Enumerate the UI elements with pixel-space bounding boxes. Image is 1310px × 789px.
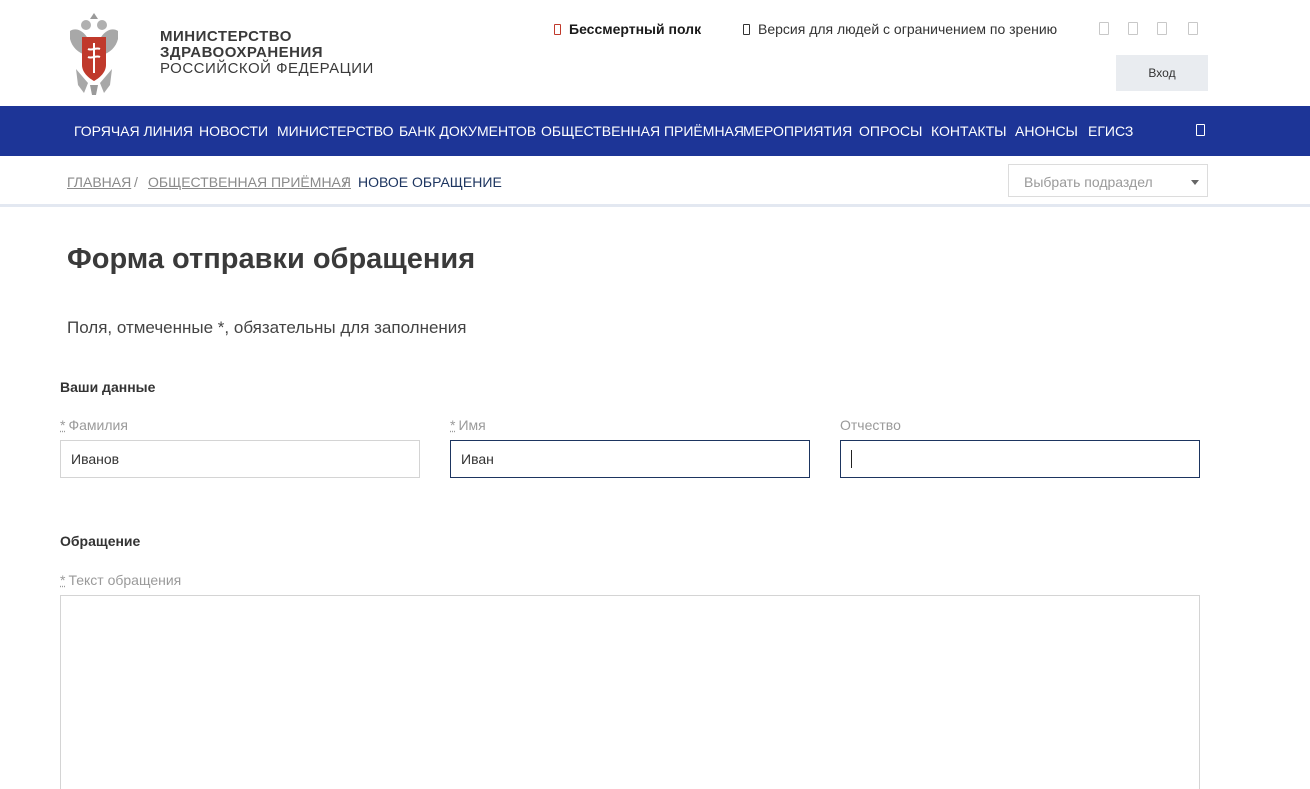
nav-item-news[interactable]: НОВОСТИ [199,123,268,139]
page-title: Форма отправки обращения [67,243,475,276]
section-appeal-heading: Обращение [60,533,140,549]
ministry-name-line3: РОССИЙСКОЙ ФЕДЕРАЦИИ [160,61,374,77]
emblem-logo[interactable] [66,9,122,97]
eye-icon [743,24,750,35]
ministry-name-line1: МИНИСТЕРСТВО [160,29,374,45]
nav-item-reception[interactable]: ОБЩЕСТВЕННАЯ ПРИЁМНАЯ [541,123,744,139]
search-icon[interactable] [1196,124,1205,136]
section-personal-data-heading: Ваши данные [60,379,155,395]
site-header: МИНИСТЕРСТВО ЗДРАВООХРАНЕНИЯ РОССИЙСКОЙ … [0,0,1310,106]
required-mark: * [60,572,65,588]
immortal-regiment-icon [554,24,561,35]
breadcrumb-reception[interactable]: ОБЩЕСТВЕННАЯ ПРИЁМНАЯ [148,174,351,190]
social-facebook-icon[interactable] [1128,22,1138,35]
breadcrumb-separator: / [344,174,348,190]
nav-item-polls[interactable]: ОПРОСЫ [859,123,922,139]
breadcrumb-current: НОВОЕ ОБРАЩЕНИЕ [358,174,502,190]
surname-label-text: Фамилия [68,417,127,433]
surname-field[interactable] [60,440,420,478]
name-label-text: Имя [458,417,485,433]
chevron-down-icon [1191,180,1199,185]
ministry-name[interactable]: МИНИСТЕРСТВО ЗДРАВООХРАНЕНИЯ РОССИЙСКОЙ … [160,29,374,77]
accessibility-version-label: Версия для людей с ограничением по зрени… [758,21,1057,37]
social-twitter-icon[interactable] [1157,22,1167,35]
breadcrumb: ГЛАВНАЯ / ОБЩЕСТВЕННАЯ ПРИЁМНАЯ / НОВОЕ … [0,156,1310,207]
accessibility-version-link[interactable]: Версия для людей с ограничением по зрени… [743,21,1057,37]
required-fields-hint: Поля, отмеченные *, обязательны для запо… [67,318,467,338]
nav-item-egisz[interactable]: ЕГИСЗ [1088,123,1133,139]
nav-item-announcements[interactable]: АНОНСЫ [1015,123,1078,139]
nav-item-contacts[interactable]: КОНТАКТЫ [931,123,1007,139]
breadcrumb-separator: / [134,174,138,190]
nav-item-ministry[interactable]: МИНИСТЕРСТВО [277,123,394,139]
social-youtube-icon[interactable] [1188,22,1198,35]
surname-label: * Фамилия [60,417,128,433]
nav-item-events[interactable]: МЕРОПРИЯТИЯ [743,123,852,139]
text-cursor [851,450,852,468]
breadcrumb-home[interactable]: ГЛАВНАЯ [67,174,131,190]
social-vk-icon[interactable] [1099,22,1109,35]
main-navigation: ГОРЯЧАЯ ЛИНИЯ НОВОСТИ МИНИСТЕРСТВО БАНК … [0,106,1310,156]
patronymic-field[interactable] [840,440,1200,478]
patronymic-label: Отчество [840,417,901,433]
name-field[interactable] [450,440,810,478]
appeal-text-label-text: Текст обращения [68,572,181,588]
immortal-regiment-label: Бессмертный полк [569,21,701,37]
patronymic-label-text: Отчество [840,417,901,433]
subsection-select[interactable]: Выбрать подраздел [1008,164,1208,197]
appeal-text-field[interactable] [60,595,1200,789]
nav-item-documents[interactable]: БАНК ДОКУМЕНТОВ [399,123,536,139]
appeal-text-label: * Текст обращения [60,572,181,588]
login-button[interactable]: Вход [1116,55,1208,91]
nav-item-hotline[interactable]: ГОРЯЧАЯ ЛИНИЯ [74,123,193,139]
immortal-regiment-link[interactable]: Бессмертный полк [554,21,701,37]
ministry-name-line2: ЗДРАВООХРАНЕНИЯ [160,45,374,61]
required-mark: * [60,417,65,433]
required-mark: * [450,417,455,433]
subsection-select-placeholder: Выбрать подраздел [1024,174,1153,190]
name-label: * Имя [450,417,486,433]
